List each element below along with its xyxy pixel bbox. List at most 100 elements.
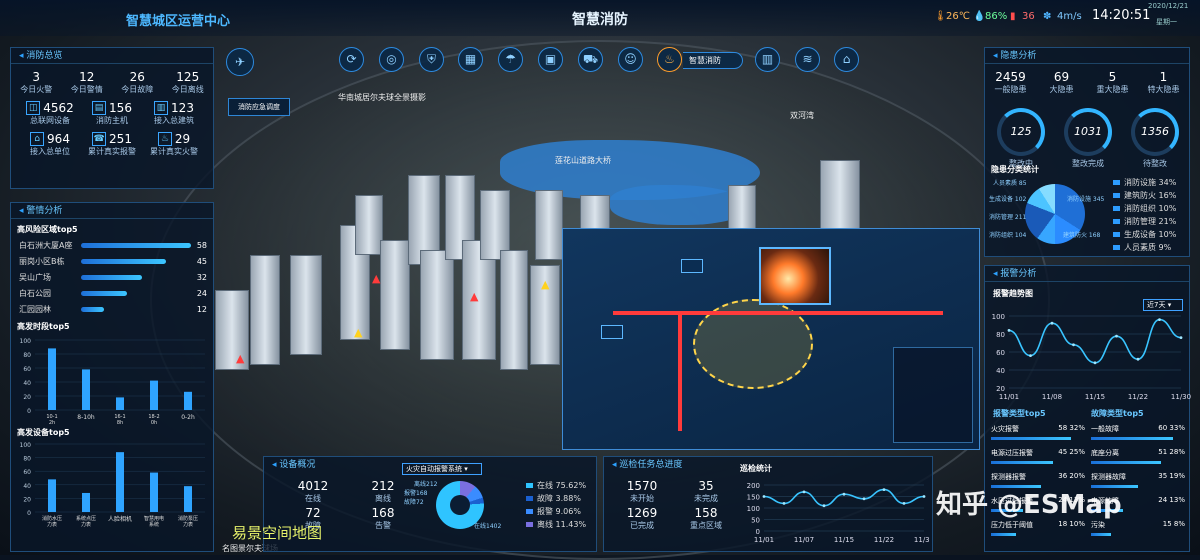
stat-value: 158 xyxy=(694,506,718,520)
patrol-line-chart: 200 150 100 50 011/01 11/07 11/15 11/22 11/30 xyxy=(747,482,930,544)
legend-name: 生成设备 xyxy=(1124,230,1156,239)
panel-title: 消防总览 xyxy=(11,48,213,64)
chevron-down-icon: ▾ xyxy=(464,465,468,473)
region-row[interactable]: 白石公园 24 xyxy=(19,285,213,301)
x-tick-label: 11/22 xyxy=(874,536,894,544)
legend-name: 消防组织 xyxy=(1124,204,1156,213)
legend-name: 建筑防火 xyxy=(1124,191,1156,200)
warning-marker-icon[interactable]: ▲ xyxy=(541,278,549,291)
x-tick-label: 力表 xyxy=(81,521,91,528)
region-row[interactable]: 白石洲大厦A座 58 xyxy=(19,237,213,253)
y-tick-label: 100 xyxy=(20,338,32,345)
stat-label: 一般隐患 xyxy=(994,85,1027,94)
type-row[interactable]: 污染 15 8% xyxy=(1091,520,1187,544)
camera-icon[interactable] xyxy=(601,325,623,339)
pie-label: 消防管理 211 xyxy=(989,214,1027,221)
warning-marker-icon[interactable]: ▲ xyxy=(354,326,362,339)
stat-value: 1570 xyxy=(626,479,658,493)
region-name: 吴山广场 xyxy=(19,272,51,282)
chart-icon[interactable]: ≋ xyxy=(795,47,820,72)
y-tick-label: 20 xyxy=(996,385,1005,393)
building xyxy=(535,190,563,260)
x-tick-label: 智慧用电 xyxy=(144,515,164,522)
range-value: 近7天 xyxy=(1147,301,1166,309)
shield-icon[interactable]: ⛨ xyxy=(419,47,444,72)
bag-icon[interactable]: ⌂ xyxy=(834,47,859,72)
truck-icon[interactable]: ⛟ xyxy=(578,47,603,72)
alarm-marker-icon[interactable]: ▲ xyxy=(470,290,478,303)
region-row[interactable]: 汇园园林 12 xyxy=(19,301,213,317)
donut-label: 报警168 xyxy=(404,490,428,497)
bar xyxy=(116,452,124,512)
type-value: 51 28% xyxy=(1158,448,1185,456)
stat-label: 累计真实火警 xyxy=(150,147,198,156)
stat-label: 总联网设备 xyxy=(30,116,70,125)
system-select[interactable]: 火灾自动报警系统 ▾ xyxy=(402,463,482,475)
type-row[interactable]: 底座分离 51 28% xyxy=(1091,448,1187,472)
dispatch-button[interactable]: 消防应急调度 xyxy=(228,98,290,116)
stat-label: 在线 xyxy=(305,494,321,503)
section-title: 高发时段top5 xyxy=(17,322,70,331)
region-row[interactable]: 丽岗小区B栋 45 xyxy=(19,253,213,269)
region-row[interactable]: 吴山广场 32 xyxy=(19,269,213,285)
camera-feed[interactable] xyxy=(759,247,831,305)
type-row[interactable]: 火灾报警 58 32% xyxy=(991,424,1087,448)
legend-pct: 3.88% xyxy=(555,494,581,503)
stat-value: 5 xyxy=(1108,70,1117,84)
building xyxy=(380,240,410,350)
globe-icon[interactable]: ◎ xyxy=(379,47,404,72)
stat-value: 69 xyxy=(1053,70,1070,84)
type-bar xyxy=(1091,437,1174,440)
gauge-label: 待整改 xyxy=(1143,159,1167,168)
today-stats: 3 今日火警 12 今日警情 26 今日故障 125 今日离线 xyxy=(11,64,213,95)
x-tick-label: 0h xyxy=(151,420,157,426)
section-title: 报警类型top5 xyxy=(993,409,1046,418)
alarm-marker-icon[interactable]: ▲ xyxy=(236,352,244,365)
type-row[interactable]: 电源过压报警 45 25% xyxy=(991,448,1087,472)
type-row[interactable]: 一般故障 60 33% xyxy=(1091,424,1187,448)
fire-video-popup[interactable] xyxy=(562,228,980,450)
alarm-marker-icon[interactable]: ▲ xyxy=(372,272,380,285)
type-value: 18 10% xyxy=(1058,520,1085,528)
bar xyxy=(116,397,124,410)
x-tick-label: 11/07 xyxy=(794,536,814,544)
bus-icon[interactable]: ▣ xyxy=(538,47,563,72)
gauge-label: 整改完成 xyxy=(1072,159,1104,168)
type-name: 探测器故障 xyxy=(1091,473,1126,481)
grid-icon[interactable]: ▦ xyxy=(458,47,483,72)
stat-label: 重点区域 xyxy=(690,521,722,530)
type-bar xyxy=(1091,533,1111,536)
walk-icon[interactable]: ☺ xyxy=(618,47,643,72)
y-tick-label: 80 xyxy=(23,352,31,359)
umbrella-icon[interactable]: ☂ xyxy=(498,47,523,72)
stat-label: 已完成 xyxy=(630,521,654,530)
thermometer-icon: 🌡 xyxy=(934,11,947,22)
nav-active-label[interactable]: 智慧消防 xyxy=(683,52,743,69)
pie-label: 消防设施 345 xyxy=(1067,196,1105,203)
legend-row: 建筑防火 16% xyxy=(1113,189,1187,202)
data-point xyxy=(822,504,826,508)
esmap-watermark: 易景空间地图 xyxy=(232,524,323,542)
y-tick-label: 100 xyxy=(747,505,760,513)
type-value: 35 19% xyxy=(1158,472,1185,480)
section-title: 故障类型top5 xyxy=(1091,409,1144,418)
x-tick-label: 11/01 xyxy=(999,393,1019,401)
fire-icon[interactable]: ♨ xyxy=(657,47,682,72)
legend-name: 消防管理 xyxy=(1124,217,1156,226)
region-bar xyxy=(81,274,142,280)
type-row[interactable]: 压力低于阈值 18 10% xyxy=(991,520,1087,544)
section-title: 高风险区域top5 xyxy=(17,225,78,234)
data-point xyxy=(1136,357,1140,361)
stat-value: 72 xyxy=(305,506,321,520)
camera-icon[interactable] xyxy=(681,259,703,273)
building-icon[interactable]: ▥ xyxy=(755,47,780,72)
y-tick-label: 20 xyxy=(23,496,31,503)
evac-route xyxy=(613,311,943,315)
y-tick-label: 40 xyxy=(996,367,1005,375)
stat-label: 大隐患 xyxy=(1049,85,1074,94)
plane-icon[interactable]: ✈ xyxy=(226,48,254,76)
host-icon: ▤ xyxy=(92,101,107,115)
share-icon[interactable]: ⟳ xyxy=(339,47,364,72)
y-tick-label: 60 xyxy=(23,366,31,373)
type-bar xyxy=(991,437,1071,440)
